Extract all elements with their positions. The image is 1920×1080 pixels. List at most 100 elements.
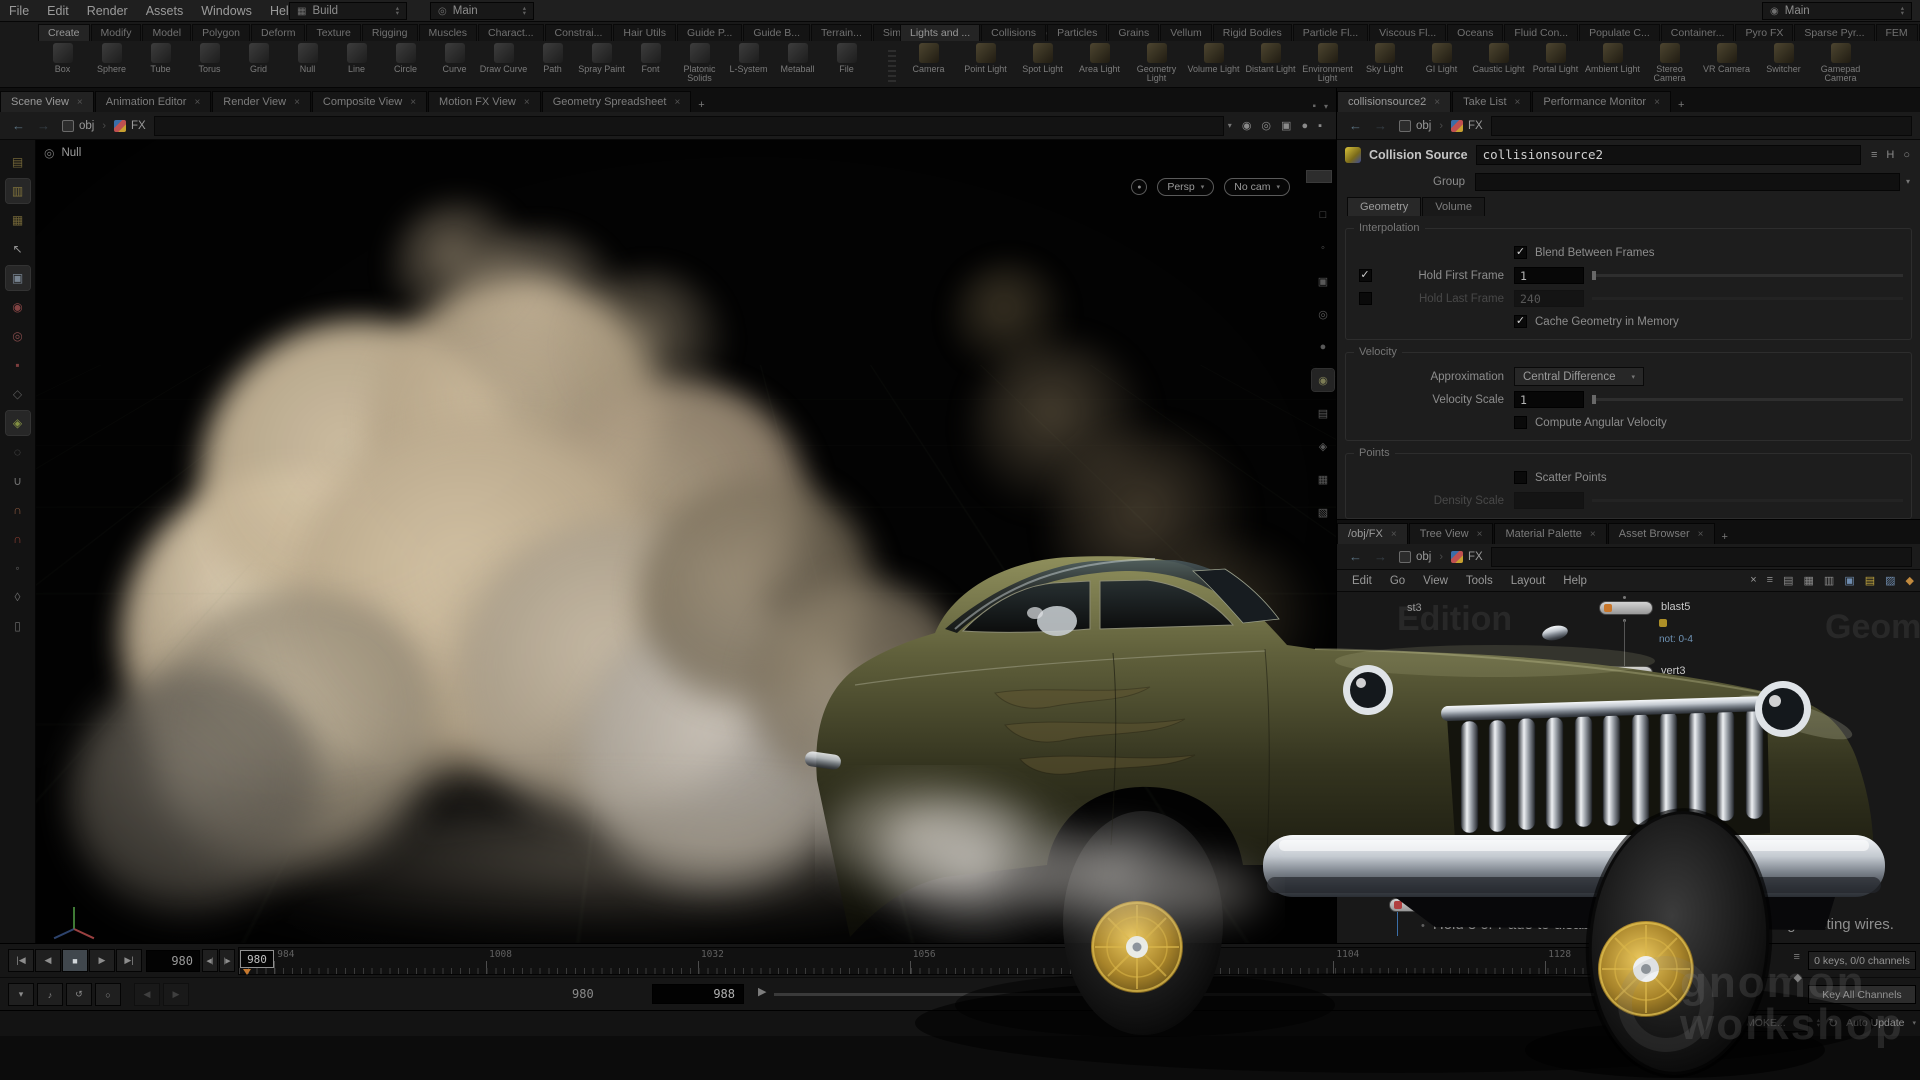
pane-tab[interactable]: Material Palette × — [1494, 523, 1606, 544]
shelf-tool[interactable]: VR Camera — [1698, 41, 1755, 87]
pane-tab[interactable]: /obj/FX × — [1337, 523, 1408, 544]
shelf-tool[interactable]: Environment Light — [1299, 41, 1356, 87]
pane-tab[interactable]: Geometry Spreadsheet × — [542, 91, 692, 112]
netview-tools-icon[interactable]: × — [1750, 574, 1756, 587]
node-name-field[interactable]: collisionsource2 — [1476, 145, 1861, 165]
pane-tab[interactable]: Take List × — [1452, 91, 1531, 112]
close-icon[interactable]: × — [1654, 97, 1660, 108]
shelf-tab[interactable]: FEM — [1876, 24, 1918, 41]
shelf-tab[interactable]: Viscous Fl... — [1369, 24, 1446, 41]
density-scale-slider[interactable] — [1592, 499, 1903, 502]
playback-end-field[interactable]: 1145 — [1612, 984, 1692, 1004]
shelf-tool[interactable]: Platonic Solids — [675, 41, 724, 87]
add-pane-tab-icon[interactable]: + — [1716, 530, 1734, 544]
pane-menu-icon[interactable]: ▾ — [1324, 102, 1328, 111]
hold-last-frame-field[interactable]: 240 — [1514, 290, 1584, 307]
snap-grid-icon[interactable]: ∩ — [6, 527, 30, 551]
netview-list-icon[interactable]: ≡ — [1767, 574, 1773, 587]
netview-grid-icon[interactable]: ▦ — [1804, 574, 1814, 587]
audio-options-icon[interactable]: ♪ — [37, 983, 63, 1006]
velocity-scale-field[interactable]: 1 — [1514, 391, 1584, 408]
keys-channels-button[interactable]: 0 keys, 0/0 channels — [1808, 951, 1916, 970]
secure-selection-toggle-icon[interactable]: ▣ — [1312, 270, 1334, 292]
prev-frame-button[interactable]: ◀| — [202, 949, 218, 972]
scoped-channels-icon[interactable]: ≡ — [1794, 951, 1802, 963]
goto-start-button[interactable]: |◀ — [8, 949, 34, 972]
playhead-frame-box[interactable]: 980 — [240, 950, 274, 968]
netview-panes-icon[interactable]: ▥ — [1824, 574, 1834, 587]
import-geometry-icon[interactable]: ▥ — [6, 179, 30, 203]
snap-dynamics-icon[interactable]: ◌ — [6, 440, 30, 464]
shelf-tool[interactable]: Caustic Light — [1470, 41, 1527, 87]
folder-tab[interactable]: Geometry — [1347, 197, 1421, 216]
path-caret-icon[interactable]: ▾ — [1228, 121, 1232, 130]
export-geometry-icon[interactable]: ▦ — [6, 208, 30, 232]
back-icon[interactable]: ← — [8, 118, 29, 133]
camera-lock-icon[interactable]: ● — [1131, 179, 1147, 195]
display-points-icon[interactable]: ● — [1312, 336, 1334, 358]
secure-selection-icon[interactable]: ▣ — [6, 266, 30, 290]
select-visible-icon[interactable]: ◎ — [6, 324, 30, 348]
pane-screen-icon[interactable]: ▪ — [1312, 101, 1316, 112]
lighting-toggle-icon[interactable]: ◉ — [1312, 369, 1334, 391]
shelf-tool[interactable]: Gamepad Camera — [1812, 41, 1869, 87]
cook-path-field[interactable]: /obj/FX/SMOKE... — [1697, 1014, 1809, 1032]
cache-geometry-checkbox[interactable]: ✓ — [1514, 315, 1527, 328]
pane-resize-handle[interactable] — [1306, 170, 1332, 183]
pane-tab[interactable]: Motion FX View × — [428, 91, 541, 112]
shelf-tab[interactable]: Guide P... — [677, 24, 742, 41]
pane-tab[interactable]: collisionsource2 × — [1337, 91, 1451, 112]
goto-end-button[interactable]: ▶| — [116, 949, 142, 972]
view-tool-icon[interactable]: ◈ — [6, 411, 30, 435]
shelf-tool[interactable]: Ambient Light — [1584, 41, 1641, 87]
shelf-tab[interactable]: Lights and ... — [900, 24, 980, 41]
shelf-tab[interactable]: Particle Fl... — [1293, 24, 1368, 41]
path-chip-obj[interactable]: obj — [58, 118, 98, 134]
velocity-scale-slider[interactable] — [1592, 398, 1903, 401]
blend-between-frames-checkbox[interactable]: ✓ — [1514, 246, 1527, 259]
select-icon[interactable]: ↖ — [6, 237, 30, 261]
shelf-tab[interactable]: Model — [142, 24, 191, 41]
pane-tab[interactable]: Render View × — [212, 91, 311, 112]
add-pane-tab-icon[interactable]: + — [1672, 98, 1690, 112]
density-scale-field[interactable] — [1514, 492, 1584, 509]
group-select-icon[interactable]: ▾ — [1906, 177, 1910, 186]
select-groups-icon[interactable]: ◉ — [6, 295, 30, 319]
network-menu-item[interactable]: Layout — [1502, 575, 1555, 587]
shelf-tool[interactable]: Circle — [381, 41, 430, 87]
shelf-tool[interactable]: Null — [283, 41, 332, 87]
world-icon[interactable]: ● — [1301, 120, 1308, 132]
close-icon[interactable]: × — [1698, 529, 1704, 540]
shelf-tab[interactable]: Guide B... — [743, 24, 810, 41]
camera-menu[interactable]: No cam ▾ — [1224, 178, 1290, 196]
shelf-tool[interactable]: GI Light — [1413, 41, 1470, 87]
shelf-tab[interactable]: Charact... — [478, 24, 544, 41]
netview-note-icon[interactable]: ▤ — [1865, 574, 1875, 587]
shelf-tool[interactable]: Distant Light — [1242, 41, 1299, 87]
path-chip-fx[interactable]: FX — [1447, 549, 1487, 565]
presets-icon[interactable]: ≡ — [1871, 149, 1877, 161]
snapshot-icon[interactable]: ▤ — [1312, 402, 1334, 424]
network-menu-item[interactable]: Tools — [1457, 575, 1502, 587]
shelf-tab[interactable]: Pyro FX — [1735, 24, 1793, 41]
shelf-tab[interactable]: Terrain... — [811, 24, 872, 41]
shelf-tab[interactable]: Vellum — [1160, 24, 1212, 41]
hold-first-frame-field[interactable]: 1 — [1514, 267, 1584, 284]
shelf-divider-handle[interactable] — [888, 48, 896, 82]
shelf-tool[interactable]: Sky Light — [1356, 41, 1413, 87]
view-options-icon[interactable]: □ — [1312, 204, 1334, 226]
construction-plane-icon[interactable]: ◊ — [6, 585, 30, 609]
network-canvas[interactable]: Edition Geometry st3 blast5 not: 0-4 ver… — [1337, 592, 1920, 943]
back-icon[interactable]: ← — [1345, 118, 1366, 133]
network-menu-item[interactable]: View — [1414, 575, 1457, 587]
network-menu-item[interactable]: Edit — [1343, 575, 1381, 587]
path-chip-obj[interactable]: obj — [1395, 549, 1435, 565]
menu-item[interactable]: File — [0, 4, 38, 18]
hold-last-frame-slider[interactable] — [1592, 297, 1903, 300]
shelf-tool[interactable]: Volume Light — [1185, 41, 1242, 87]
close-icon[interactable]: × — [194, 97, 200, 108]
range-end-handle[interactable]: ◀ — [1598, 985, 1606, 998]
next-frame-button[interactable]: |▶ — [219, 949, 235, 972]
pin-icon[interactable]: ◉ — [1242, 119, 1252, 132]
shelf-tab[interactable]: Hair Utils — [613, 24, 676, 41]
